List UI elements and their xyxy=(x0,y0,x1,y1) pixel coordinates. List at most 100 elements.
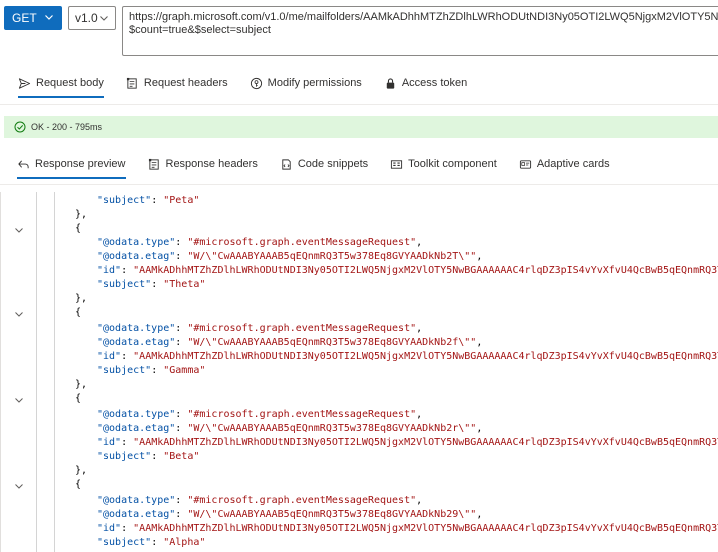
divider xyxy=(0,184,718,185)
json-value: "Alpha" xyxy=(163,537,206,548)
json-key: "subject" xyxy=(97,451,152,462)
json-line: "@odata.type": "#microsoft.graph.eventMe… xyxy=(97,323,423,334)
tab-label: Access token xyxy=(401,77,468,89)
json-line: "subject": "Gamma" xyxy=(97,365,206,376)
json-line: "@odata.type": "#microsoft.graph.eventMe… xyxy=(97,495,423,506)
json-line: }, xyxy=(75,379,88,390)
json-key: "id" xyxy=(97,523,122,534)
json-value: "#microsoft.graph.eventMessageRequest" xyxy=(187,409,417,420)
card-icon xyxy=(519,159,531,169)
headers-icon xyxy=(148,158,159,170)
json-value: "W/\"CwAAABYAAAB5qEQnmRQ3T5w378Eq8GVYAAD… xyxy=(187,509,477,520)
response-tab-bar: Response preview Response headers Code s… xyxy=(0,147,718,181)
json-key: "@odata.type" xyxy=(97,237,176,248)
json-value: "Theta" xyxy=(163,279,206,290)
json-value: "Peta" xyxy=(163,195,200,206)
json-line: "subject": "Beta" xyxy=(97,451,200,462)
json-value: "Gamma" xyxy=(163,365,206,376)
json-line: "id": "AAMkADhhMTZhZDlhLWRhODUtNDI3Ny05O… xyxy=(1,264,718,278)
json-key: "subject" xyxy=(97,365,152,376)
http-method-label: GET xyxy=(12,11,37,25)
tab-response-headers[interactable]: Response headers xyxy=(148,147,258,181)
headers-icon xyxy=(126,77,137,89)
json-value: "AAMkADhhMTZhZDlhLWRhODUtNDI3Ny05OTI2LWQ… xyxy=(133,437,718,448)
send-icon xyxy=(18,77,31,89)
request-url-line1: https://graph.microsoft.com/v1.0/me/mail… xyxy=(129,11,718,23)
json-line: "id": "AAMkADhhMTZhZDlhLWRhODUtNDI3Ny05O… xyxy=(1,436,718,450)
response-status-bar: OK - 200 - 795ms xyxy=(4,116,718,138)
code-snippet-icon xyxy=(282,158,291,170)
tab-label: Response headers xyxy=(165,158,258,170)
tab-access-token[interactable]: Access token xyxy=(384,66,467,100)
json-value: "#microsoft.graph.eventMessageRequest" xyxy=(187,323,417,334)
json-value: "W/\"CwAAABYAAAB5qEQnmRQ3T5w378Eq8GVYAAD… xyxy=(187,337,477,348)
divider xyxy=(0,104,718,105)
tab-label: Toolkit component xyxy=(408,158,497,170)
tab-label: Adaptive cards xyxy=(536,158,610,170)
tab-code-snippets[interactable]: Code snippets xyxy=(280,147,368,181)
json-line: }, xyxy=(75,209,88,220)
json-key: "id" xyxy=(97,351,122,362)
json-line: "@odata.etag": "W/\"CwAAABYAAAB5qEQnmRQ3… xyxy=(97,251,483,262)
json-value: "AAMkADhhMTZhZDlhLWRhODUtNDI3Ny05OTI2LWQ… xyxy=(133,523,718,534)
json-key: "subject" xyxy=(97,279,152,290)
json-key: "@odata.etag" xyxy=(97,423,176,434)
json-line: { xyxy=(75,223,82,234)
json-line: "subject": "Alpha" xyxy=(97,537,206,548)
json-value: "#microsoft.graph.eventMessageRequest" xyxy=(187,237,417,248)
json-line: "@odata.etag": "W/\"CwAAABYAAAB5qEQnmRQ3… xyxy=(97,423,483,434)
json-line: "subject": "Peta" xyxy=(97,195,200,206)
tab-label: Request headers xyxy=(143,77,228,89)
json-value: "W/\"CwAAABYAAAB5qEQnmRQ3T5w378Eq8GVYAAD… xyxy=(187,251,477,262)
http-method-dropdown[interactable]: GET xyxy=(4,6,62,30)
api-version-dropdown[interactable]: v1.0 xyxy=(68,6,116,30)
json-line: "id": "AAMkADhhMTZhZDlhLWRhODUtNDI3Ny05O… xyxy=(1,350,718,364)
json-line: }, xyxy=(75,293,88,304)
lock-icon xyxy=(386,77,395,89)
tab-label: Request body xyxy=(36,77,104,89)
json-key: "@odata.etag" xyxy=(97,509,176,520)
response-json-viewer[interactable]: "subject": "Peta" }, { "@odata.type": "#… xyxy=(0,192,718,552)
tab-request-body[interactable]: Request body xyxy=(18,66,104,100)
json-line: "@odata.etag": "W/\"CwAAABYAAAB5qEQnmRQ3… xyxy=(97,337,483,348)
json-line: { xyxy=(75,307,82,318)
json-key: "@odata.type" xyxy=(97,495,176,506)
tab-toolkit-component[interactable]: Toolkit component xyxy=(390,147,497,181)
tab-label: Response preview xyxy=(35,158,126,170)
json-key: "@odata.etag" xyxy=(97,337,176,348)
request-url-line2: $count=true&$select=subject xyxy=(129,24,271,36)
json-value: "AAMkADhhMTZhZDlhLWRhODUtNDI3Ny05OTI2LWQ… xyxy=(133,265,718,276)
json-value: "AAMkADhhMTZhZDlhLWRhODUtNDI3Ny05OTI2LWQ… xyxy=(133,351,718,362)
json-line: "id": "AAMkADhhMTZhZDlhLWRhODUtNDI3Ny05O… xyxy=(1,522,718,536)
reply-arrow-icon xyxy=(18,159,29,168)
toolkit-icon xyxy=(391,159,403,169)
tab-request-headers[interactable]: Request headers xyxy=(126,66,228,100)
shield-key-icon xyxy=(250,77,262,89)
json-key: "id" xyxy=(97,437,122,448)
json-key: "subject" xyxy=(97,537,152,548)
status-text: OK - 200 - 795ms xyxy=(31,122,103,132)
json-line: "@odata.type": "#microsoft.graph.eventMe… xyxy=(97,409,423,420)
json-key: "@odata.type" xyxy=(97,323,176,334)
api-version-label: v1.0 xyxy=(75,11,98,25)
chevron-down-icon xyxy=(45,15,53,20)
request-tab-bar: Request body Request headers Modify perm… xyxy=(0,66,718,100)
tab-label: Modify permissions xyxy=(267,77,362,89)
json-line: "subject": "Theta" xyxy=(97,279,206,290)
tab-modify-permissions[interactable]: Modify permissions xyxy=(250,66,362,100)
json-line: "@odata.etag": "W/\"CwAAABYAAAB5qEQnmRQ3… xyxy=(97,509,483,520)
tab-adaptive-cards[interactable]: Adaptive cards xyxy=(519,147,610,181)
request-url-input[interactable]: https://graph.microsoft.com/v1.0/me/mail… xyxy=(122,6,718,56)
json-key: "subject" xyxy=(97,195,152,206)
json-value: "W/\"CwAAABYAAAB5qEQnmRQ3T5w378Eq8GVYAAD… xyxy=(187,423,477,434)
json-line: { xyxy=(75,393,82,404)
json-line: "@odata.type": "#microsoft.graph.eventMe… xyxy=(97,237,423,248)
json-key: "@odata.type" xyxy=(97,409,176,420)
json-value: "Beta" xyxy=(163,451,200,462)
json-line: }, xyxy=(75,465,88,476)
json-key: "id" xyxy=(97,265,122,276)
tab-response-preview[interactable]: Response preview xyxy=(17,147,126,181)
chevron-down-icon xyxy=(100,16,108,21)
json-key: "@odata.etag" xyxy=(97,251,176,262)
json-value: "#microsoft.graph.eventMessageRequest" xyxy=(187,495,417,506)
